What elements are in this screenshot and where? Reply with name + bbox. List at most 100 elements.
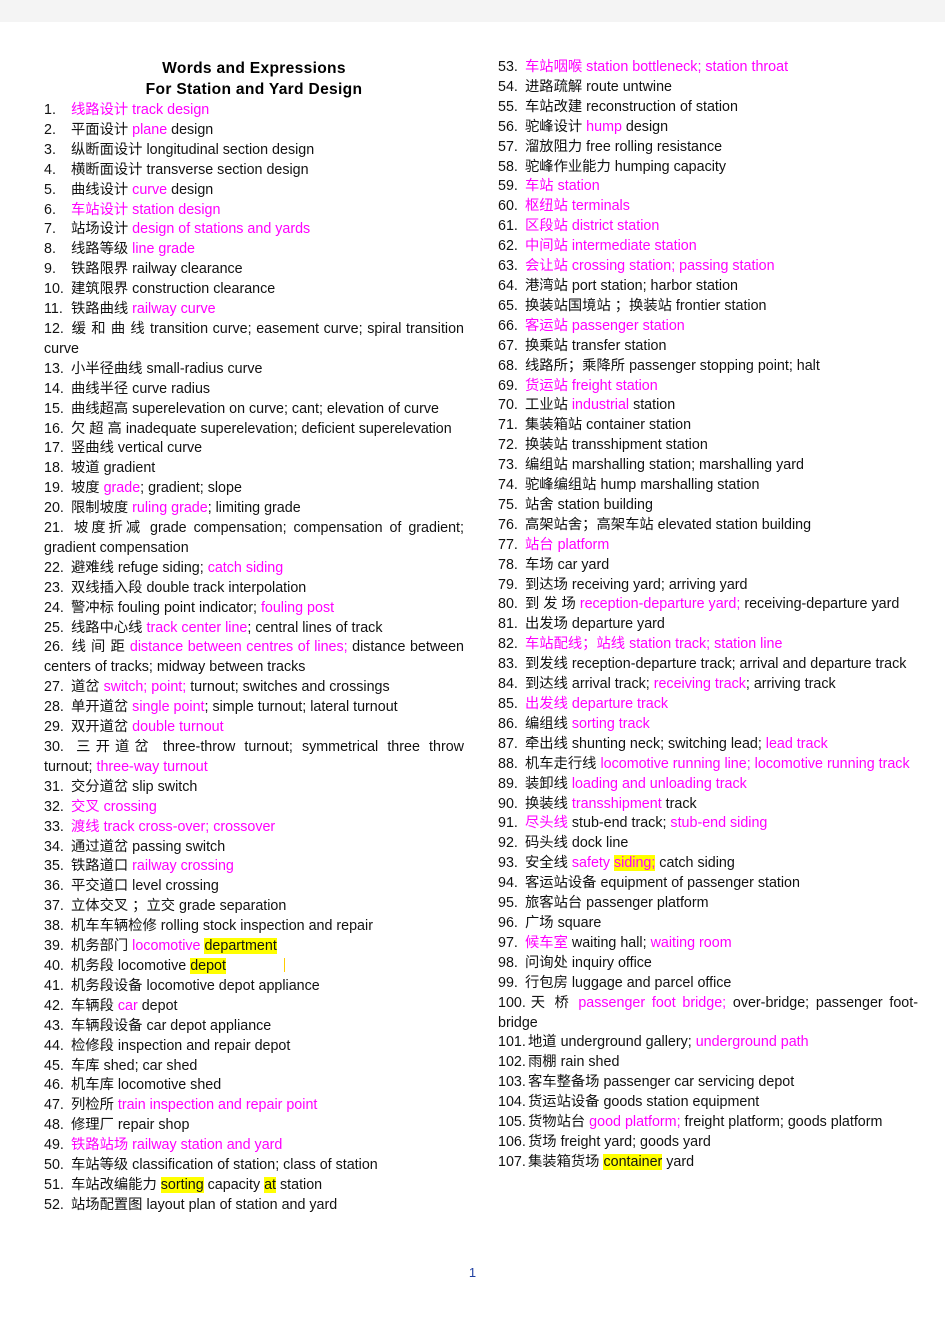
- entry-term-english: receiving yard; arriving yard: [571, 576, 748, 593]
- entry-term-english: car yard: [557, 556, 610, 573]
- glossary-entry: 90. 换装线 transshipment track: [498, 795, 918, 815]
- glossary-entry: 22. 避难线 refuge siding; catch siding: [44, 559, 464, 579]
- entry-term-chinese: 线 间 距: [71, 639, 130, 656]
- entry-term-chinese: 集装箱站: [525, 417, 587, 434]
- entry-term-english: layout plan of station and yard: [146, 1196, 338, 1213]
- entry-term-english: humping capacity: [614, 158, 727, 175]
- entry-term-english: ; gradient; slope: [140, 480, 242, 497]
- entry-term-chinese: 机车库: [71, 1077, 118, 1094]
- entry-term-english: freight station: [571, 377, 658, 394]
- entry-term-chinese: 港湾站: [525, 277, 572, 294]
- glossary-entry: 55. 车站改建 reconstruction of station: [498, 98, 918, 118]
- entry-number: 88.: [498, 755, 518, 772]
- entry-term-english: classification of station; class of stat…: [132, 1157, 378, 1174]
- entry-term-chinese: 天 桥: [528, 994, 579, 1011]
- entry-term-chinese: 线路设计: [71, 102, 133, 118]
- entry-term-chinese: 车站等级: [71, 1157, 133, 1174]
- entry-term-chinese: 平面设计: [71, 121, 133, 138]
- glossary-entry: 13. 小半径曲线 small-radius curve: [44, 360, 464, 380]
- glossary-entry: 69. 货运站 freight station: [498, 377, 918, 397]
- entry-term-english: elevated station building: [657, 516, 812, 533]
- entry-term-english: train inspection and repair point: [117, 1097, 318, 1114]
- entry-number: 74.: [498, 477, 518, 494]
- entry-term-chinese: 集装箱货场: [528, 1153, 604, 1170]
- title-line-2: For Station and Yard Design: [145, 81, 363, 98]
- entry-term-english: superelevation on curve; cant; elevation…: [132, 400, 439, 417]
- entry-term-english: construction clearance: [132, 281, 276, 298]
- entry-term-english: hump marshalling station: [600, 477, 760, 494]
- glossary-entry: 72. 换装站 transshipment station: [498, 436, 918, 456]
- entry-term-english: underground gallery;: [560, 1034, 696, 1051]
- glossary-list-right: 53. 车站咽喉 station bottleneck; station thro…: [498, 58, 918, 1173]
- entry-term-english: departure yard: [571, 616, 665, 633]
- entry-term-english-highlighted: container: [603, 1153, 663, 1170]
- glossary-entry: 88. 机车走行线 locomotive running line; locomo…: [498, 755, 918, 775]
- entry-term-english: design: [167, 121, 214, 138]
- entry-term-english: shunting neck; switching lead;: [571, 735, 766, 752]
- entry-number: 5.: [44, 181, 56, 198]
- entry-number: 19.: [44, 480, 64, 497]
- entry-term-english: crossing: [103, 798, 157, 815]
- entry-number: 65.: [498, 297, 518, 314]
- glossary-entry: 19. 坡度 grade; gradient; slope: [44, 479, 464, 499]
- entry-number: 101.: [498, 1034, 526, 1051]
- glossary-entry: 68. 线路所；乘降所 passenger stopping point; hal…: [498, 357, 918, 377]
- entry-number: 96.: [498, 914, 518, 931]
- entry-term-chinese: 出发场: [525, 616, 572, 633]
- entry-number: 84.: [498, 676, 518, 693]
- entry-term-english: refuge siding;: [117, 559, 208, 576]
- entry-term-english: plane: [132, 121, 168, 138]
- entry-term-english: lead track: [765, 735, 828, 752]
- glossary-entry: 29. 双开道岔 double turnout: [44, 718, 464, 738]
- entry-term-english: small-radius curve: [146, 360, 263, 377]
- entry-term-english: passing switch: [132, 838, 226, 855]
- entry-term-chinese: 车辆段: [71, 997, 118, 1014]
- entry-term-chinese: 驼峰作业能力: [525, 158, 615, 175]
- entry-term-english: luggage and parcel office: [571, 974, 732, 991]
- entry-term-chinese: 避难线: [71, 559, 118, 576]
- entry-term-chinese: 驼峰设计: [525, 118, 587, 135]
- entry-term-english: intermediate station: [571, 238, 697, 255]
- glossary-entry: 102. 雨棚 rain shed: [498, 1053, 918, 1073]
- entry-term-english: passenger foot bridge;: [578, 994, 727, 1011]
- entry-term-english: slip switch: [132, 778, 198, 795]
- glossary-entry: 38. 机车车辆检修 rolling stock inspection and r…: [44, 917, 464, 937]
- entry-number: 25.: [44, 619, 64, 636]
- glossary-entry: 9. 铁路限界 railway clearance: [44, 260, 464, 280]
- entry-number: 14.: [44, 380, 64, 397]
- entry-number: 34.: [44, 838, 64, 855]
- glossary-entry: 17. 竖曲线 vertical curve: [44, 439, 464, 459]
- glossary-entry: 34. 通过道岔 passing switch: [44, 838, 464, 858]
- entry-term-english: longitudinal section design: [146, 141, 315, 158]
- glossary-entry: 77. 站台 platform: [498, 536, 918, 556]
- entry-term-chinese: 编组站: [525, 457, 572, 474]
- entry-term-english: locomotive running line; locomotive runn…: [600, 755, 910, 772]
- glossary-entry: 42. 车辆段 car depot: [44, 997, 464, 1017]
- entry-term-english: underground path: [695, 1034, 809, 1051]
- glossary-entry: 76. 高架站舍；高架车站 elevated station building: [498, 516, 918, 536]
- entry-term-english: industrial: [571, 397, 630, 414]
- entry-term-chinese: 换乘站: [525, 337, 572, 354]
- glossary-entry: 87. 牵出线 shunting neck; switching lead; le…: [498, 735, 918, 755]
- entry-term-english: design: [167, 181, 214, 198]
- glossary-entry: 35. 铁路道口 railway crossing: [44, 857, 464, 877]
- glossary-entry: 89. 装卸线 loading and unloading track: [498, 775, 918, 795]
- entry-term-chinese: 小半径曲线: [71, 360, 147, 377]
- entry-term-english: rolling stock inspection and repair: [160, 918, 373, 935]
- glossary-entry: 58. 驼峰作业能力 humping capacity: [498, 158, 918, 178]
- entry-term-chinese: 溜放阻力: [525, 138, 587, 155]
- glossary-entry: 1. 线路设计 track design: [44, 101, 464, 121]
- entry-term-english: safety: [571, 855, 614, 872]
- entry-term-english: design of stations and yards: [132, 221, 311, 238]
- entry-number: 81.: [498, 616, 518, 633]
- entry-number: 58.: [498, 158, 518, 175]
- entry-term-english: level crossing: [132, 878, 219, 895]
- entry-term-chinese: 横断面设计: [71, 161, 147, 178]
- entry-term-chinese: 装卸线: [525, 775, 572, 792]
- glossary-entry: 86. 编组线 sorting track: [498, 715, 918, 735]
- entry-term-chinese: 站台: [525, 536, 558, 553]
- glossary-entry: 62. 中间站 intermediate station: [498, 237, 918, 257]
- glossary-entry: 5. 曲线设计 curve design: [44, 181, 464, 201]
- entry-number: 24.: [44, 599, 64, 616]
- entry-term-chinese: 警冲标: [71, 599, 118, 616]
